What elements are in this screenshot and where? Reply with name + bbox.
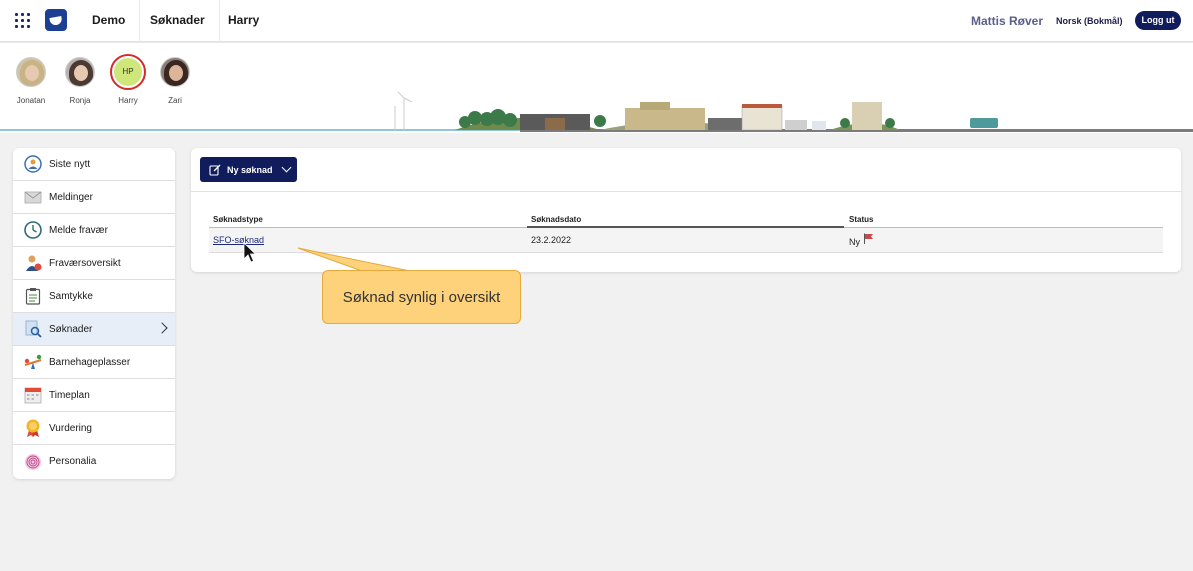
sidebar-item-personalia[interactable]: Personalia [13,445,175,478]
calendar-icon [23,385,43,405]
sidebar-item-label: Søknader [49,323,93,335]
new-application-label: Ny søknad [227,164,273,175]
sidebar-item-label: Barnehageplasser [49,356,131,368]
sidebar-item-label: Meldinger [49,191,93,203]
sidebar-item-siste-nytt[interactable]: Siste nytt [13,148,175,181]
language-selector[interactable]: Norsk (Bokmål) [1056,16,1123,26]
news-icon [23,154,43,174]
sidebar-item-label: Vurdering [49,422,92,434]
table-header: Søknadstype Søknadsdato Status [209,212,1163,228]
fingerprint-icon [23,452,43,472]
tab-soknader[interactable]: Søknader [136,0,220,42]
avatar [160,57,190,87]
column-header-status[interactable]: Status [849,215,873,224]
chevron-right-icon [156,322,168,334]
sidebar-item-label: Fraværsoversikt [49,257,121,269]
sidebar-item-vurdering[interactable]: Vurdering [13,412,175,445]
seesaw-icon [23,352,43,372]
sidebar-item-label: Timeplan [49,389,90,401]
sidebar-item-label: Samtykke [49,290,93,302]
avatar [65,57,95,87]
annotation-callout: Søknad synlig i oversikt [322,270,521,324]
sidebar-item-timeplan[interactable]: Timeplan [13,379,175,412]
applications-panel: Ny søknad Søknadstype Søknadsdato Status… [191,148,1181,272]
avatar-initials: HP [114,58,142,86]
sidebar-item-meldinger[interactable]: Meldinger [13,181,175,214]
document-search-icon [23,319,43,339]
person-absence-icon [23,253,43,273]
sidebar-item-melde-fravaer[interactable]: Melde fravær [13,214,175,247]
sidebar-menu: Siste nytt Meldinger Melde fravær Fravær… [13,148,175,479]
sidebar-item-barnehageplasser[interactable]: Barnehageplasser [13,346,175,379]
envelope-icon [23,187,43,207]
application-date: 23.2.2022 [531,235,572,245]
flag-icon [864,233,873,244]
top-bar: Demo Søknader Harry Mattis Røver Norsk (… [0,0,1193,42]
medal-icon [23,418,43,438]
tab-harry[interactable]: Harry [214,0,273,42]
logout-button[interactable]: Logg ut [1135,11,1181,30]
sidebar-item-label: Melde fravær [49,224,108,236]
sidebar-item-label: Siste nytt [49,158,91,170]
clipboard-icon [23,286,43,306]
new-application-button[interactable]: Ny søknad [200,157,297,182]
sidebar-item-soknader[interactable]: Søknader [13,313,175,346]
tab-demo[interactable]: Demo [78,0,141,42]
avatar [16,57,46,87]
edit-icon [209,164,221,176]
panel-toolbar: Ny søknad [191,148,1181,192]
user-name[interactable]: Mattis Røver [971,14,1043,28]
table-row[interactable]: SFO-søknad 23.2.2022 Ny [209,228,1163,253]
sidebar-item-label: Personalia [49,456,97,467]
chevron-down-icon [281,162,291,173]
column-header-date[interactable]: Søknadsdato [531,215,581,224]
sidebar-item-fravaersoversikt[interactable]: Fraværsoversikt [13,247,175,280]
applications-table: Søknadstype Søknadsdato Status SFO-søkna… [209,212,1163,253]
column-header-type[interactable]: Søknadstype [213,215,263,224]
application-type-link[interactable]: SFO-søknad [213,235,264,245]
app-grid-icon[interactable] [15,13,30,28]
application-status: Ny [849,237,860,247]
logo-icon[interactable] [45,9,67,31]
city-skyline-illustration [0,91,1193,132]
sidebar-item-samtykke[interactable]: Samtykke [13,280,175,313]
clock-icon [23,220,43,240]
active-ring: HP [110,54,146,90]
